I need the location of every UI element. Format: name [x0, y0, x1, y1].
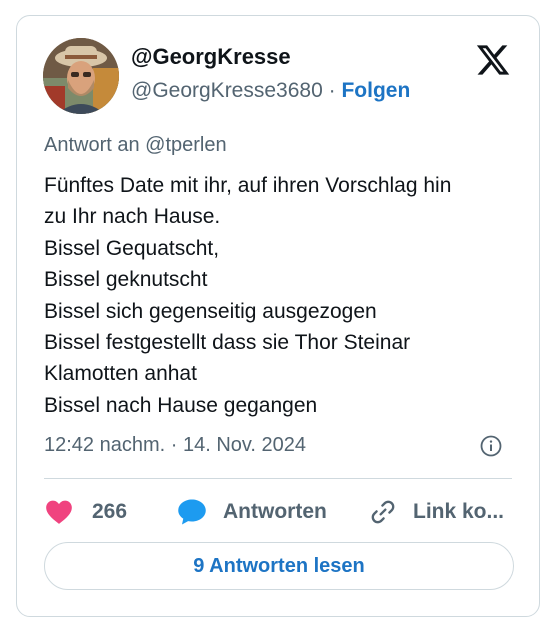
avatar-image — [43, 38, 119, 114]
avatar[interactable] — [43, 38, 119, 114]
heart-icon — [46, 500, 72, 524]
tweet-card: @GeorgKresse @GeorgKresse3680 · Folgen A… — [16, 15, 540, 617]
reply-to-label: Antwort an @tperlen — [44, 134, 227, 156]
link-icon — [371, 500, 395, 524]
speech-bubble-icon — [178, 499, 206, 525]
reply-label: Antworten — [223, 500, 327, 523]
author-handle[interactable]: @GeorgKresse3680 — [131, 79, 323, 102]
follow-button[interactable]: Folgen — [341, 79, 410, 102]
info-icon[interactable] — [479, 434, 503, 458]
divider — [44, 478, 512, 479]
like-count: 266 — [92, 500, 128, 523]
copy-link-button[interactable]: Link ko... — [369, 494, 504, 530]
author-handle-row: @GeorgKresse3680 · Folgen — [131, 79, 410, 103]
like-button[interactable]: 266 — [45, 494, 127, 530]
x-logo-icon[interactable] — [475, 42, 511, 78]
copy-link-label: Link ko... — [413, 500, 505, 523]
handle-separator: · — [328, 79, 336, 102]
read-replies-button[interactable]: 9 Antworten lesen — [44, 542, 514, 590]
reply-button[interactable]: Antworten — [177, 494, 327, 530]
author-display-name[interactable]: @GeorgKresse — [131, 44, 291, 70]
tweet-text: Fünftes Date mit ihr, auf ihren Vorschla… — [44, 174, 452, 417]
tweet-timestamp[interactable]: 12:42 nachm. · 14. Nov. 2024 — [44, 434, 306, 457]
